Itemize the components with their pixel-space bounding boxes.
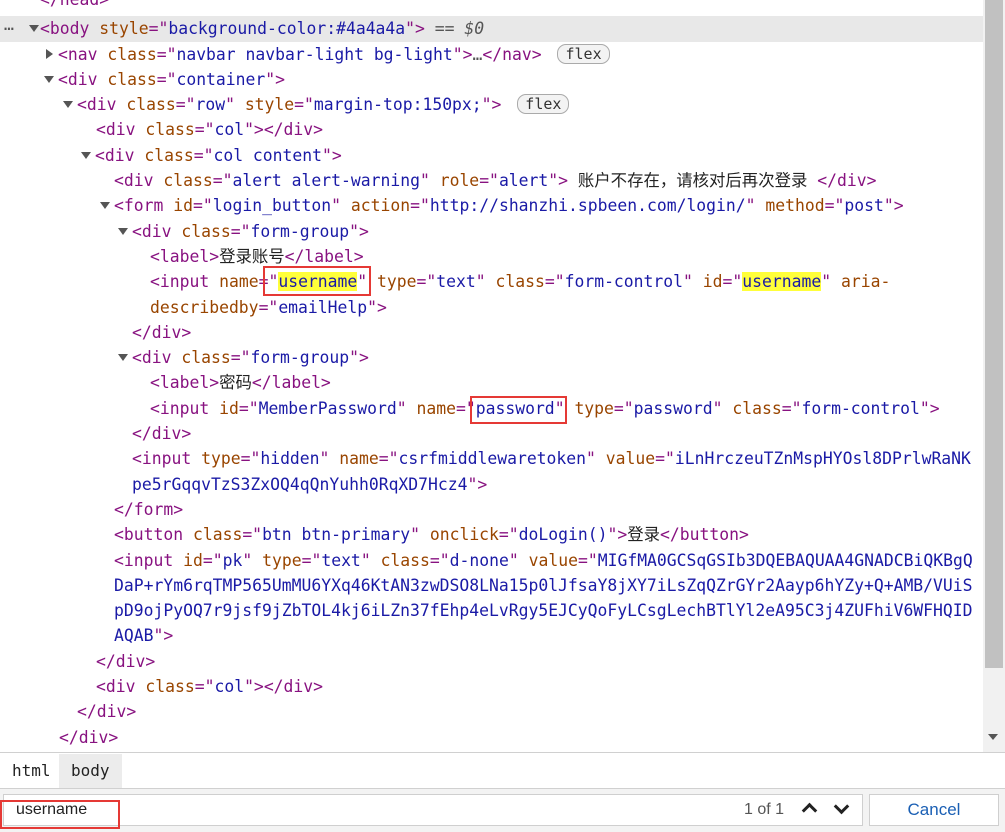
dom-node-div-close-3[interactable]: </div>: [0, 649, 983, 674]
dom-node-col-content[interactable]: <div class="col content">: [0, 143, 983, 168]
search-field[interactable]: username 1 of 1: [3, 794, 863, 826]
dom-node-body[interactable]: ⋯ <body style="background-color:#4a4a4a"…: [0, 16, 983, 42]
dom-node-form-group-2[interactable]: <div class="form-group">: [0, 345, 983, 370]
dom-node-label[interactable]: <label>登录账号</label>: [0, 244, 983, 269]
dom-node-div-close-4[interactable]: </div>: [0, 699, 983, 724]
dom-node-div-close-5[interactable]: </div>: [0, 725, 983, 750]
dom-node-form-close[interactable]: </form>: [0, 497, 983, 522]
chevron-down-icon: [833, 798, 850, 815]
dom-node-button[interactable]: <button class="btn btn-primary" onclick=…: [0, 522, 983, 547]
annotation-box-search: [0, 800, 120, 829]
breadcrumb-body[interactable]: body: [59, 754, 122, 788]
breadcrumb-html[interactable]: html: [0, 754, 63, 788]
dom-node-col[interactable]: <div class="col"></div>: [0, 117, 983, 142]
selected-node-marker: == $0: [434, 19, 485, 39]
dom-node-input-hidden[interactable]: <input type="hidden" name="csrfmiddlewar…: [0, 446, 983, 471]
dom-node-col-2[interactable]: <div class="col"></div>: [0, 674, 983, 699]
dom-node-label-2[interactable]: <label>密码</label>: [0, 370, 983, 395]
dom-node-input-pk[interactable]: <input id="pk" type="text" class="d-none…: [0, 548, 983, 573]
expand-toggle-icon[interactable]: [118, 354, 128, 362]
expand-toggle-icon[interactable]: [63, 101, 73, 109]
expand-toggle-icon[interactable]: [29, 25, 39, 33]
dom-node-input-hidden-wrap[interactable]: pe5rGqqvTzS3ZxOQ4qQnYuhh0RqXD7Hcz4">: [0, 472, 983, 497]
dom-node-form-group[interactable]: <div class="form-group">: [0, 219, 983, 244]
match-count: 1 of 1: [744, 801, 785, 818]
dom-node-input-username[interactable]: <input name="username" type="text" class…: [0, 269, 983, 294]
annotation-box-username: [263, 266, 371, 296]
previous-match-button[interactable]: [796, 797, 824, 823]
next-match-button[interactable]: [828, 797, 856, 823]
expand-toggle-icon[interactable]: [44, 75, 54, 83]
dom-node-div-close-2[interactable]: </div>: [0, 421, 983, 446]
breadcrumb: html body: [0, 752, 1005, 789]
dom-node-form[interactable]: <form id="login_button" action="http://s…: [0, 193, 983, 218]
search-bar: username 1 of 1 Cancel: [0, 788, 1005, 832]
vertical-scrollbar[interactable]: [983, 0, 1005, 752]
dom-node-input-pk-wrap[interactable]: pD9ojPyOQ7r9jsf9jZbTOL4kj6iLZn37fEhp4eLv…: [0, 598, 983, 623]
dom-node-alert[interactable]: <div class="alert alert-warning" role="a…: [0, 168, 983, 193]
expand-toggle-icon[interactable]: [46, 48, 53, 59]
dom-node-input-pk-wrap[interactable]: AQAB">: [0, 623, 983, 648]
expand-toggle-icon[interactable]: [81, 151, 91, 159]
scrollbar-thumb[interactable]: [985, 0, 1003, 668]
dom-node-nav[interactable]: <nav class="navbar navbar-light bg-light…: [0, 42, 983, 67]
scroll-down-arrow-icon[interactable]: [988, 734, 998, 740]
more-actions-icon[interactable]: ⋯: [4, 16, 14, 41]
cancel-button[interactable]: Cancel: [869, 794, 999, 826]
elements-tree: </head> ⋯ <body style="background-color:…: [0, 0, 983, 752]
dom-node-container[interactable]: <div class="container">: [0, 67, 983, 92]
dom-node-input-pk-wrap[interactable]: DaP+rYm6rqTMP565UmMU6YXq46KtAN3zwDSO8LNa…: [0, 573, 983, 598]
chevron-up-icon: [801, 802, 818, 819]
dom-node-input-username-wrap[interactable]: describedby="emailHelp">: [0, 295, 983, 320]
dom-node-div-close[interactable]: </div>: [0, 320, 983, 345]
expand-toggle-icon[interactable]: [118, 227, 128, 235]
expand-toggle-icon[interactable]: [100, 202, 110, 210]
search-match-highlight: username: [742, 272, 822, 292]
flex-badge[interactable]: flex: [517, 94, 570, 115]
flex-badge[interactable]: flex: [557, 43, 610, 64]
dom-node-row[interactable]: <div class="row" style="margin-top:150px…: [0, 92, 983, 117]
annotation-box-password: [470, 396, 567, 424]
